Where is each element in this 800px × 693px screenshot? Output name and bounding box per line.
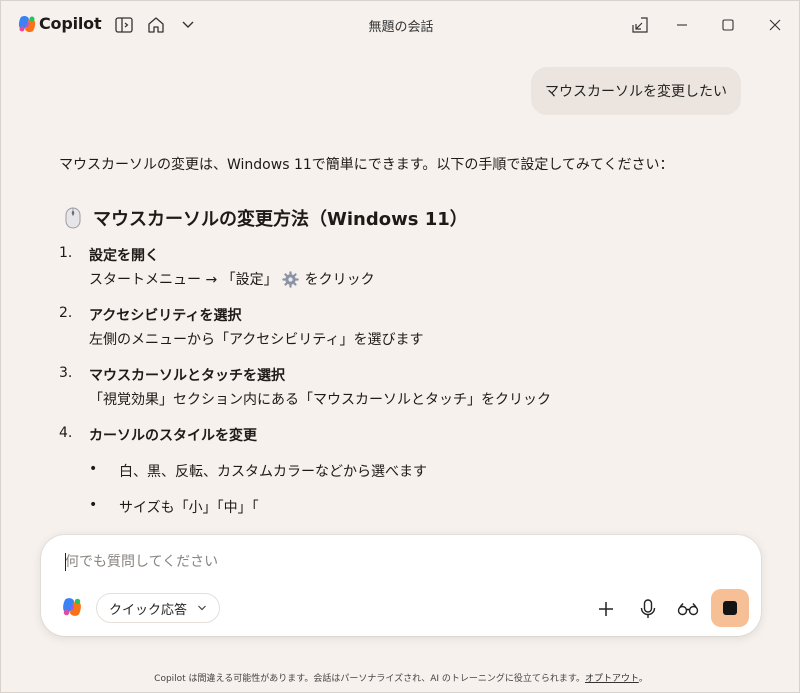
- answer-heading: マウスカーソルの変更方法（Windows 11）: [59, 205, 468, 231]
- step-title: 設定を開く: [89, 248, 159, 264]
- minimize-icon[interactable]: [672, 15, 692, 35]
- response-mode-label: クイック応答: [109, 602, 188, 618]
- vision-button[interactable]: [672, 593, 704, 625]
- glasses-icon: [677, 603, 699, 616]
- copilot-window: Copilot 無題の会話 マウスカーソルを変更したい マウスカーソルの変更は、…: [0, 0, 800, 693]
- close-icon[interactable]: [765, 15, 785, 35]
- message-input[interactable]: [65, 551, 725, 573]
- popout-icon[interactable]: [630, 15, 650, 35]
- step-number: 2.: [59, 305, 73, 321]
- add-attachment-button[interactable]: [590, 593, 622, 625]
- step-description: 左側のメニューから「アクセシビリティ」を選びます: [89, 332, 424, 348]
- computer-mouse-icon: [65, 207, 81, 229]
- user-message-bubble: マウスカーソルを変更したい: [531, 67, 741, 115]
- response-mode-select[interactable]: クイック応答: [96, 593, 221, 623]
- step-desc-after: をクリック: [304, 272, 375, 288]
- settings-gear-icon: [281, 270, 299, 288]
- opt-out-link[interactable]: オプトアウト: [585, 674, 639, 684]
- bullet-dot: •: [89, 497, 98, 513]
- bullet-dot: •: [89, 461, 98, 477]
- step-description: 「視覚効果」セクション内にある「マウスカーソルとタッチ」をクリック: [89, 392, 551, 408]
- message-composer: クイック応答: [41, 535, 761, 636]
- answer-intro: マウスカーソルの変更は、Windows 11で簡単にできます。以下の手順で設定し…: [59, 157, 674, 173]
- step-number: 1.: [59, 245, 73, 261]
- disclaimer-text: Copilot は間違える可能性があります。会話はパーソナライズされ、AI のト…: [154, 674, 585, 684]
- disclaimer-footer: Copilot は間違える可能性があります。会話はパーソナライズされ、AI のト…: [1, 671, 800, 684]
- answer-heading-text: マウスカーソルの変更方法（Windows 11）: [93, 209, 468, 230]
- step-description: スタートメニュー → 「設定」 をクリック: [89, 269, 375, 289]
- stop-generation-button[interactable]: [711, 589, 749, 627]
- bullet-text: サイズも「小」「中」「: [119, 500, 259, 516]
- copilot-mode-icon[interactable]: [61, 596, 83, 618]
- step-number: 3.: [59, 365, 73, 381]
- step-desc-before: スタートメニュー → 「設定」: [89, 272, 278, 288]
- user-message-text: マウスカーソルを変更したい: [545, 84, 727, 100]
- text-caret: [65, 553, 66, 571]
- plus-icon: [599, 602, 613, 616]
- step-title: マウスカーソルとタッチを選択: [89, 368, 285, 384]
- disclaimer-end: 。: [638, 674, 648, 684]
- step-title: カーソルのスタイルを変更: [89, 428, 257, 444]
- microphone-icon: [640, 599, 656, 618]
- title-bar: Copilot 無題の会話: [1, 1, 800, 49]
- bullet-text: 白、黒、反転、カスタムカラーなどから選べます: [119, 464, 427, 480]
- voice-input-button[interactable]: [632, 593, 664, 625]
- step-title: アクセシビリティを選択: [89, 308, 242, 324]
- step-number: 4.: [59, 425, 73, 441]
- stop-icon: [723, 601, 737, 615]
- chevron-down-icon: [198, 605, 206, 611]
- maximize-icon[interactable]: [718, 15, 738, 35]
